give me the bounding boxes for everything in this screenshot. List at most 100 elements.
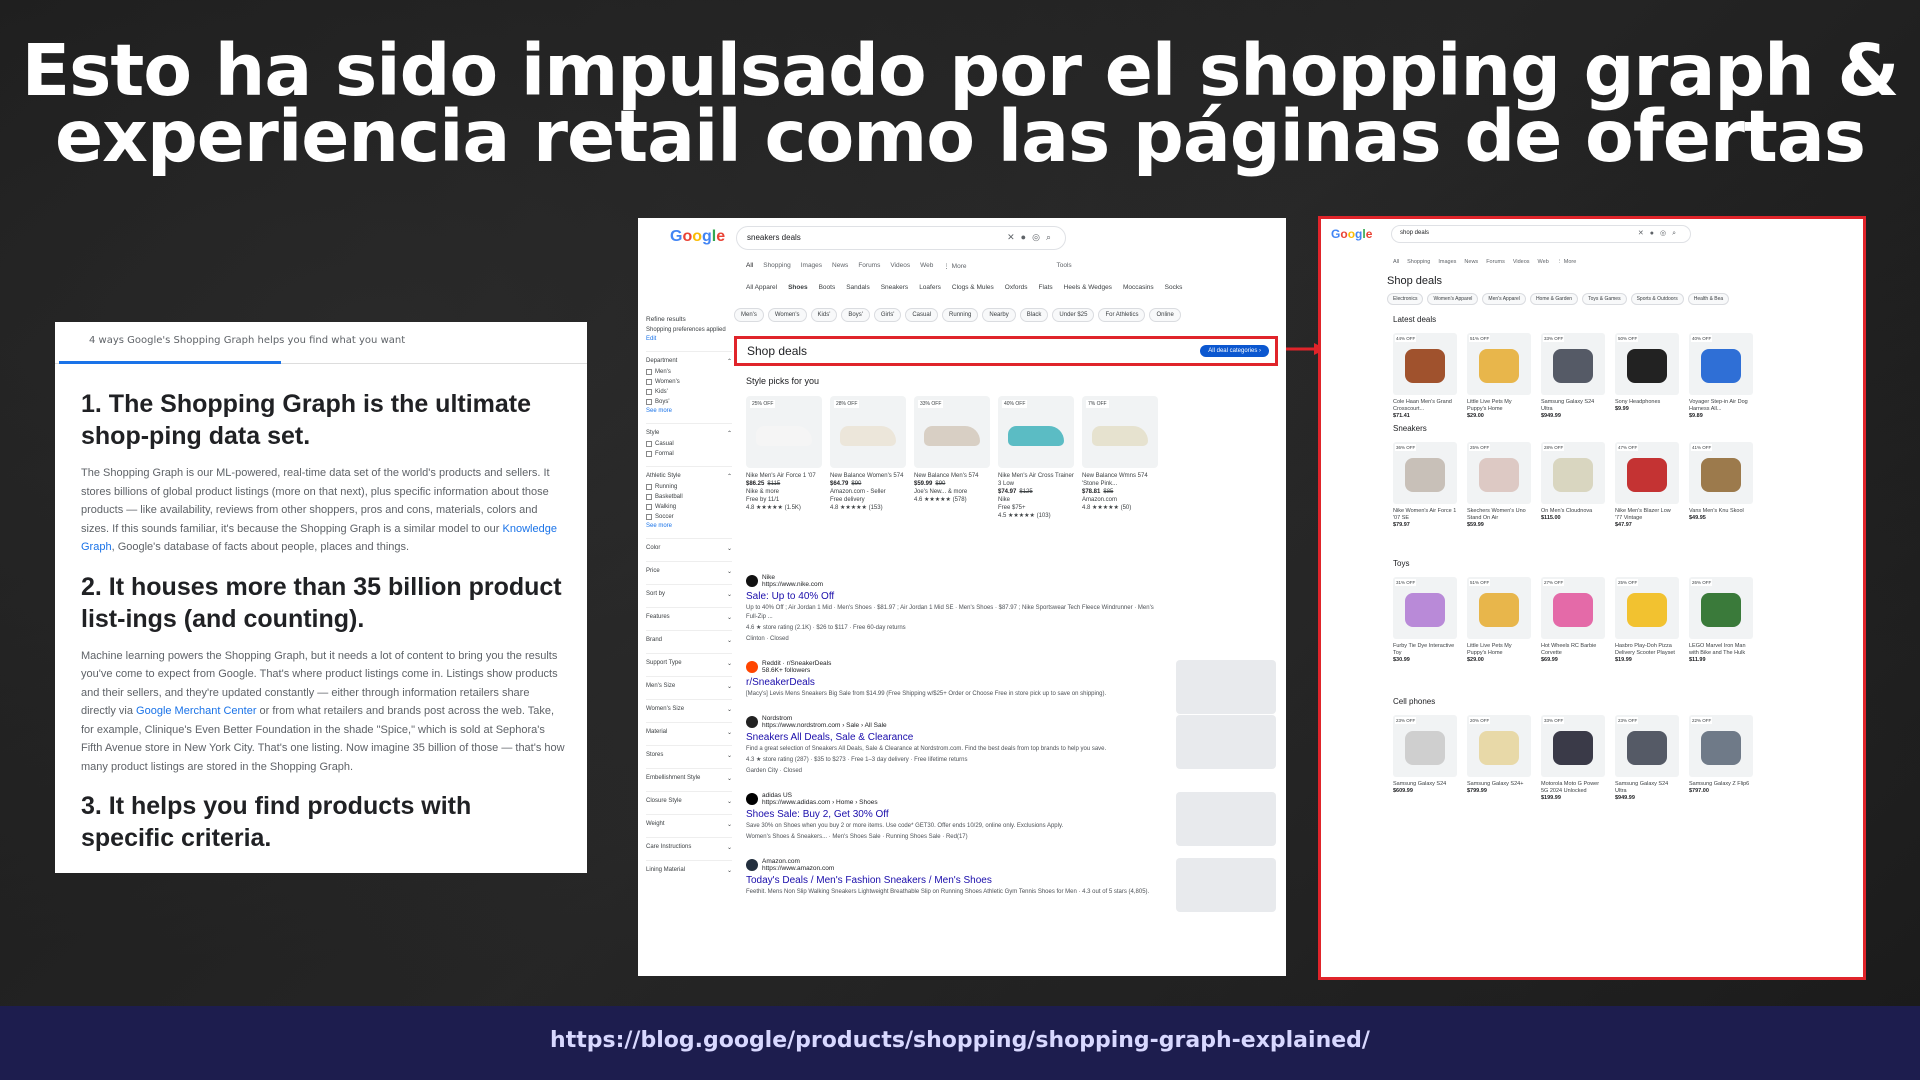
shop-product-card[interactable]: 40% OFF Voyager Step-in Air Dog Harness A…	[1689, 333, 1753, 420]
checkbox-item[interactable]: Kids'	[646, 389, 732, 395]
tab-forums[interactable]: Forums	[858, 262, 880, 270]
shop-product-card[interactable]: 27% OFF Hot Wheels RC Barbie Corvette $69.…	[1541, 577, 1605, 664]
refine-filter[interactable]: Material ⌄	[646, 722, 732, 736]
product-image[interactable]: 22% OFF	[1689, 715, 1753, 777]
category-chip[interactable]: Women's Apparel	[1427, 293, 1479, 305]
filter-chip[interactable]: Running	[942, 308, 979, 322]
product-image[interactable]: 51% OFF	[1467, 333, 1531, 395]
google-logo[interactable]: Google	[670, 228, 725, 246]
tab-shopping[interactable]: Shopping	[763, 262, 790, 270]
category-item[interactable]: Loafers	[919, 284, 941, 291]
refine-filter[interactable]: Brand ⌄	[646, 630, 732, 644]
tools-button[interactable]: Tools	[1056, 262, 1071, 270]
search-box-icons[interactable]: ✕●◎⌕	[1007, 232, 1057, 243]
filter-chip[interactable]: Girls'	[873, 308, 902, 322]
result-title-link[interactable]: Today's Deals / Men's Fashion Sneakers /…	[746, 875, 1166, 886]
product-image[interactable]: 40% OFF	[998, 396, 1074, 468]
product-image[interactable]: 40% OFF	[1689, 333, 1753, 395]
tab-more[interactable]: ⋮ More	[943, 262, 966, 270]
product-image[interactable]: 7% OFF	[1082, 396, 1158, 468]
category-item[interactable]: Heels & Wedges	[1064, 284, 1112, 291]
filter-chip[interactable]: Casual	[905, 308, 939, 322]
product-image[interactable]: 41% OFF	[1689, 442, 1753, 504]
refine-filter[interactable]: Price ⌄	[646, 561, 732, 575]
result-title-link[interactable]: r/SneakerDeals	[746, 677, 1166, 688]
shop-product-card[interactable]: 20% OFF Samsung Galaxy S24+ $799.99	[1467, 715, 1531, 802]
tab-web[interactable]: Web	[1538, 259, 1549, 265]
product-image[interactable]: 26% OFF	[1689, 577, 1753, 639]
all-deal-categories-button[interactable]: All deal categories ›	[1200, 345, 1269, 357]
tab-images[interactable]: Images	[801, 262, 822, 270]
search-box-icons[interactable]: ✕●◎⌕	[1638, 229, 1682, 238]
category-item[interactable]: Clogs & Mules	[952, 284, 994, 291]
refine-filter[interactable]: Women's Size ⌄	[646, 699, 732, 713]
refine-filter[interactable]: Lining Material ⌄	[646, 860, 732, 874]
filter-chip[interactable]: Women's	[767, 308, 807, 322]
category-item[interactable]: All Apparel	[746, 284, 777, 291]
filter-chip[interactable]: Kids'	[810, 308, 838, 322]
shop-product-card[interactable]: 31% OFF Furby Tie Dye Interactive Toy $30.…	[1393, 577, 1457, 664]
shop-product-card[interactable]: 25% OFF Skechers Women's Uno Stand On Air…	[1467, 442, 1531, 529]
product-card[interactable]: 25% OFF Nike Men's Air Force 1 '07 $86.25 $…	[746, 396, 822, 520]
result-thumbnail[interactable]	[1176, 858, 1276, 912]
result-source[interactable]: Reddit · r/SneakerDeals 58.6K+ followers	[746, 660, 1166, 674]
result-title-link[interactable]: Sale: Up to 40% Off	[746, 591, 1166, 602]
product-card[interactable]: 28% OFF New Balance Women's 574 $64.79 $90 A…	[830, 396, 906, 520]
category-item[interactable]: Oxfords	[1005, 284, 1028, 291]
product-image[interactable]: 51% OFF	[1467, 577, 1531, 639]
refine-filter[interactable]: Men's Size ⌄	[646, 676, 732, 690]
product-image[interactable]: 20% OFF	[1467, 715, 1531, 777]
category-item[interactable]: Socks	[1165, 284, 1183, 291]
shop-product-card[interactable]: 26% OFF LEGO Marvel Iron Man with Bike an…	[1689, 577, 1753, 664]
shop-product-card[interactable]: 33% OFF Samsung Galaxy S24 Ultra $949.99	[1541, 333, 1605, 420]
shop-product-card[interactable]: 23% OFF Samsung Galaxy S24 $609.99	[1393, 715, 1457, 802]
category-item[interactable]: Shoes	[788, 284, 808, 291]
product-card[interactable]: 40% OFF Nike Men's Air Cross Trainer 3 Lo…	[998, 396, 1074, 520]
checkbox-item[interactable]: Women's	[646, 379, 732, 385]
style-filter[interactable]: Style ⌃	[646, 423, 732, 437]
product-image[interactable]: 36% OFF	[1393, 442, 1457, 504]
product-image[interactable]: 25% OFF	[746, 396, 822, 468]
refine-filter[interactable]: Support Type ⌄	[646, 653, 732, 667]
product-image[interactable]: 25% OFF	[1467, 442, 1531, 504]
shop-product-card[interactable]: 28% OFF On Men's Cloudnova $115.00	[1541, 442, 1605, 529]
checkbox-item[interactable]: Basketball	[646, 494, 732, 500]
checkbox-item[interactable]: Formal	[646, 451, 732, 457]
tab-all[interactable]: All	[746, 262, 753, 270]
product-card[interactable]: 7% OFF New Balance Wmns 574 'Stone Pink..…	[1082, 396, 1158, 520]
product-image[interactable]: 33% OFF	[914, 396, 990, 468]
product-image[interactable]: 44% OFF	[1393, 333, 1457, 395]
shop-product-card[interactable]: 36% OFF Nike Women's Air Force 1 '07 SE $7…	[1393, 442, 1457, 529]
athletic-style-filter[interactable]: Athletic Style ⌃	[646, 466, 732, 480]
checkbox-item[interactable]: Casual	[646, 441, 732, 447]
category-chip[interactable]: Toys & Games	[1582, 293, 1627, 305]
filter-chip[interactable]: Under $25	[1052, 308, 1095, 322]
category-item[interactable]: Sneakers	[881, 284, 908, 291]
source-url[interactable]: https://blog.google/products/shopping/sh…	[0, 1028, 1920, 1053]
refine-filter[interactable]: Care Instructions ⌄	[646, 837, 732, 851]
checkbox-item[interactable]: Boys'	[646, 399, 732, 405]
refine-filter[interactable]: Features ⌄	[646, 607, 732, 621]
shop-product-card[interactable]: 50% OFF Sony Headphones $9.99	[1615, 333, 1679, 420]
shop-product-card[interactable]: 25% OFF Hasbro Play-Doh Pizza Delivery Sc…	[1615, 577, 1679, 664]
merchant-center-link[interactable]: Google Merchant Center	[136, 705, 256, 717]
shop-product-card[interactable]: 33% OFF Motorola Moto G Power 5G 2024 Unl…	[1541, 715, 1605, 802]
shop-product-card[interactable]: 51% OFF Little Live Pets My Puppy's Home $…	[1467, 333, 1531, 420]
shop-product-card[interactable]: 47% OFF Nike Men's Blazer Low '77 Vintage…	[1615, 442, 1679, 529]
result-thumbnail[interactable]	[1176, 792, 1276, 846]
checkbox-item[interactable]: Walking	[646, 504, 732, 510]
filter-chip[interactable]: Nearby	[982, 308, 1016, 322]
category-chip[interactable]: Home & Garden	[1529, 293, 1579, 305]
google-logo[interactable]: Google	[1331, 227, 1372, 241]
checkbox-item[interactable]: Soccer	[646, 514, 732, 520]
tab-more[interactable]: ⋮ More	[1557, 259, 1577, 265]
product-image[interactable]: 28% OFF	[1541, 442, 1605, 504]
filter-chip[interactable]: Men's	[734, 308, 764, 322]
see-more-link[interactable]: See more	[646, 408, 732, 414]
product-image[interactable]: 33% OFF	[1541, 333, 1605, 395]
tab-all[interactable]: All	[1393, 259, 1399, 265]
shop-product-card[interactable]: 22% OFF Samsung Galaxy Z Flip6 $797.00	[1689, 715, 1753, 802]
shop-product-card[interactable]: 44% OFF Cole Haan Men's Grand Crosscourt.…	[1393, 333, 1457, 420]
tab-news[interactable]: News	[832, 262, 848, 270]
category-chip[interactable]: Electronics	[1387, 293, 1424, 305]
